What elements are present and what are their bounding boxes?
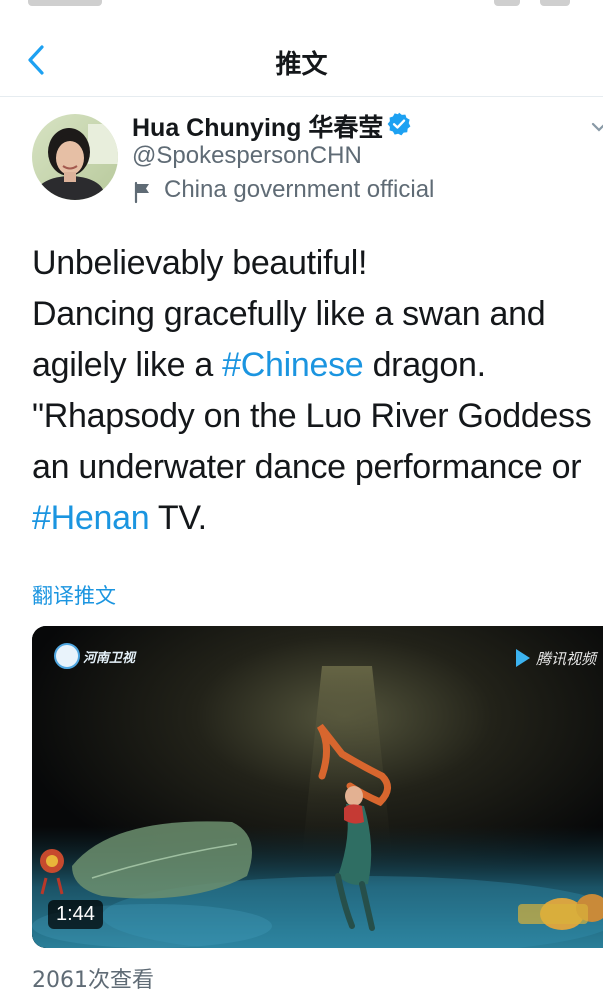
tweet-text-segment: dragon. — [363, 346, 487, 384]
tweet-text-line: Unbelievably beautiful! — [32, 238, 603, 289]
tweet-text-line: #Henan TV. — [32, 493, 603, 544]
verified-badge-icon — [387, 112, 411, 136]
government-label-text: China government official — [164, 176, 435, 203]
avatar-image — [32, 114, 118, 200]
video-duration-badge: 1:44 — [48, 900, 103, 929]
platform-watermark-text: 腾讯视频 — [536, 649, 597, 668]
tweet-text-segment: an underwater dance performance or — [32, 448, 582, 486]
tweet-text-segment: "Rhapsody on the Luo River Goddess — [32, 397, 592, 435]
author-handle[interactable]: @SpokespersonCHN — [132, 142, 362, 170]
hashtag-link[interactable]: #Henan — [32, 499, 150, 537]
channel-logo: 河南卫视 — [54, 642, 135, 670]
tweet-text-line: Dancing gracefully like a swan and — [32, 289, 603, 340]
tweet-text-line: an underwater dance performance or — [32, 442, 603, 493]
tweet-text-segment: Unbelievably beautiful! — [32, 244, 368, 282]
video-thumbnail — [32, 626, 603, 948]
platform-play-icon — [516, 649, 530, 667]
channel-logo-icon — [54, 643, 80, 669]
platform-watermark: 腾讯视频 — [516, 646, 596, 670]
translate-tweet-link[interactable]: 翻译推文 — [32, 580, 116, 610]
hashtag-link[interactable]: #Chinese — [222, 346, 364, 384]
tweet-text: Unbelievably beautiful! Dancing gracefull… — [32, 238, 603, 544]
tweet-text-segment: TV. — [149, 499, 207, 537]
navigation-bar: 推文 — [0, 0, 603, 97]
avatar[interactable] — [32, 114, 118, 200]
tweet-text-line: "Rhapsody on the Luo River Goddess — [32, 391, 603, 442]
flag-icon — [134, 181, 149, 204]
tweet-detail-page: 推文 Hua Chunying 华春莹 @SpokespersonCHN Chi… — [0, 0, 603, 989]
view-count: 2061次查看 — [32, 968, 154, 989]
video-player[interactable]: 河南卫视 腾讯视频 1:44 — [32, 626, 603, 948]
tweet-text-line: agilely like a #Chinese dragon. — [32, 340, 603, 391]
tweet-text-segment: agilely like a — [32, 346, 223, 384]
author-name[interactable]: Hua Chunying 华春莹 — [132, 108, 383, 144]
page-title: 推文 — [275, 50, 328, 80]
tweet-text-segment: Dancing gracefully like a swan and — [32, 295, 546, 333]
more-caret-icon[interactable] — [589, 118, 603, 138]
channel-logo-text: 河南卫视 — [83, 650, 136, 666]
